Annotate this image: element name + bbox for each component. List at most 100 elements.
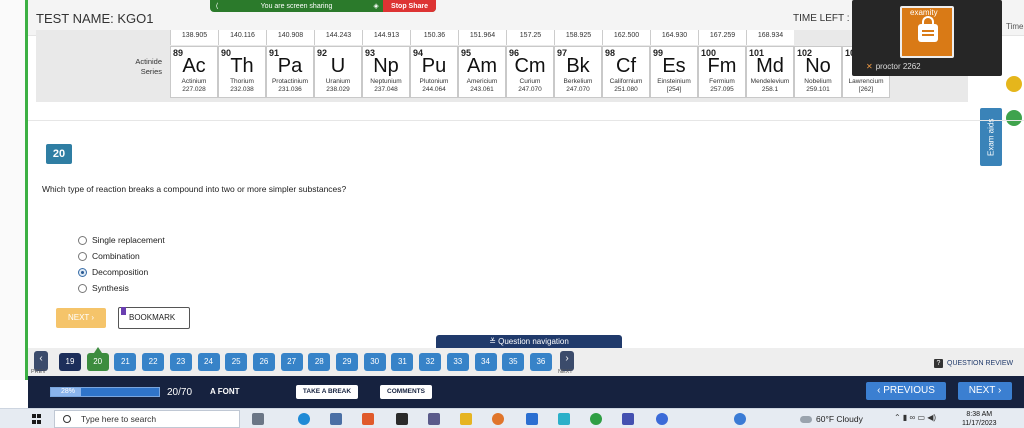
answer-option[interactable]: Synthesis (78, 283, 129, 293)
app-icon-3[interactable] (428, 413, 440, 425)
examity-brand: examity (910, 8, 938, 17)
radio-button[interactable] (78, 251, 87, 261)
next-page-arrow[interactable]: › (560, 351, 574, 371)
element-weight: [262] (858, 86, 874, 93)
weather-widget[interactable]: 60°F Cloudy (800, 414, 863, 424)
taskbar-search-placeholder: Type here to search (81, 414, 157, 424)
screen-share-message: You are screen sharing (260, 2, 333, 10)
next-button[interactable]: NEXT › (958, 382, 1012, 400)
mute-icon: ✕ (866, 62, 873, 71)
lanthanide-weight: 151.964 (458, 30, 506, 45)
question-jump-button[interactable]: 29 (336, 353, 358, 371)
question-jump-number: 27 (287, 357, 297, 366)
question-number-badge: 20 (46, 144, 72, 164)
radio-button[interactable] (78, 235, 87, 245)
bookmark-flag-icon (121, 307, 126, 315)
element-tile: 90 Th Thorium 232.038 (218, 46, 266, 98)
question-jump-button[interactable]: 36 (529, 353, 552, 371)
question-jump-button[interactable]: 26 (252, 353, 275, 371)
app-icon-2[interactable] (396, 413, 408, 425)
question-jump-button[interactable]: 34 (474, 353, 497, 371)
question-jump-button[interactable]: 23 (169, 353, 192, 371)
store-icon[interactable] (330, 413, 342, 425)
exam-aids-tab[interactable]: Exam aids (980, 108, 1002, 166)
question-jump-button[interactable]: 24 (197, 353, 220, 371)
question-jump-button[interactable]: 31 (391, 353, 414, 371)
app-icon-1[interactable] (362, 413, 374, 425)
element-symbol: Md (756, 55, 784, 77)
notes-icon[interactable] (1006, 76, 1022, 92)
taskbar-search-input[interactable]: Type here to search (54, 410, 240, 428)
chrome-icon[interactable] (590, 413, 602, 425)
edge-browser-icon[interactable] (298, 413, 310, 425)
question-jump-button[interactable]: 27 (280, 353, 303, 371)
answer-option[interactable]: Single replacement (78, 235, 165, 245)
comments-button[interactable]: COMMENTS (380, 385, 432, 399)
element-tile: 95 Am Americium 243.061 (458, 46, 506, 98)
radio-button[interactable] (78, 283, 87, 293)
question-jump-number: 32 (425, 357, 435, 366)
question-jump-button[interactable]: 32 (419, 353, 442, 371)
question-review-link[interactable]: ? QUESTION REVIEW (934, 359, 1013, 368)
element-weight: 251.080 (614, 86, 638, 93)
take-break-button[interactable]: TAKE A BREAK (296, 385, 358, 399)
answer-option[interactable]: Combination (78, 251, 140, 261)
element-name: Thorium (230, 78, 254, 85)
question-jump-button[interactable]: 35 (502, 353, 525, 371)
refresh-icon[interactable] (1006, 110, 1022, 126)
task-view-icon[interactable] (252, 413, 264, 425)
question-jump-button[interactable]: 33 (446, 353, 469, 371)
question-jump-button[interactable]: 28 (308, 353, 331, 371)
help-icon[interactable] (734, 413, 746, 425)
question-jump-button[interactable]: 20 (86, 347, 109, 371)
mail-icon[interactable] (526, 413, 538, 425)
prev-page-arrow[interactable]: ‹ (34, 351, 48, 371)
question-jump-number: 34 (481, 357, 490, 366)
element-name: Neptunium (370, 78, 402, 85)
element-tile: 98 Cf Californium 251.080 (602, 46, 650, 98)
app-icon-5[interactable] (622, 413, 634, 425)
radio-button[interactable] (78, 267, 87, 277)
question-jump-button[interactable]: 22 (142, 353, 165, 371)
next-question-button[interactable]: NEXT › (56, 308, 106, 328)
bookmark-button[interactable]: BOOKMARK (118, 307, 190, 329)
element-weight: 247.070 (566, 86, 590, 93)
element-name: Einsteinium (657, 78, 691, 85)
question-jump-number: 36 (536, 357, 546, 366)
stop-share-button[interactable]: Stop Share (383, 0, 436, 12)
collapse-icon[interactable]: ⟨ (210, 2, 224, 10)
previous-button[interactable]: ‹ PREVIOUS (866, 382, 946, 400)
question-jump-button[interactable]: 25 (225, 353, 248, 371)
prev-caption: PREV (31, 369, 46, 375)
system-tray[interactable]: ⌃ ▮ ∞ ▭ ◀) (894, 413, 936, 422)
taskbar-clock[interactable]: 8:38 AM 11/17/2023 (962, 410, 997, 428)
app-icon-6[interactable] (656, 413, 668, 425)
firefox-icon[interactable] (492, 413, 504, 425)
test-name: TEST NAME: KGO1 (36, 11, 154, 26)
element-symbol: Th (230, 55, 254, 77)
element-tile: 89 Ac Actinium 227.028 (170, 46, 218, 98)
exam-bottom-bar: 28% 20/70 A FONT TAKE A BREAK COMMENTS ‹… (28, 376, 1024, 408)
question-jump-number: 28 (314, 357, 324, 366)
question-jump-number: 30 (370, 357, 380, 366)
section-divider (28, 120, 1024, 121)
windows-start-icon[interactable] (32, 414, 42, 424)
font-label: FONT (217, 387, 240, 396)
progress-bar: 28% (50, 387, 160, 397)
lanthanide-weight: 144.243 (314, 30, 362, 45)
question-review-icon: ? (934, 359, 943, 368)
timer-side-label: Timer (1006, 22, 1024, 31)
proctor-video-panel[interactable]: examity ✕ proctor 2262 (852, 0, 1002, 76)
question-jump-button[interactable]: 19 (59, 353, 81, 371)
answer-option[interactable]: Decomposition (78, 267, 148, 277)
clock-date: 11/17/2023 (962, 420, 997, 427)
element-tile: 97 Bk Berkelium 247.070 (554, 46, 602, 98)
lanthanide-weight: 167.259 (698, 30, 746, 45)
file-explorer-icon[interactable] (460, 413, 472, 425)
question-navigation-tab[interactable]: ≚ Question navigation (436, 335, 622, 348)
font-control[interactable]: A FONT (210, 387, 239, 396)
app-icon-4[interactable] (558, 413, 570, 425)
question-jump-button[interactable]: 30 (363, 353, 386, 371)
element-tile: 94 Pu Plutonium 244.064 (410, 46, 458, 98)
question-jump-button[interactable]: 21 (114, 353, 137, 371)
